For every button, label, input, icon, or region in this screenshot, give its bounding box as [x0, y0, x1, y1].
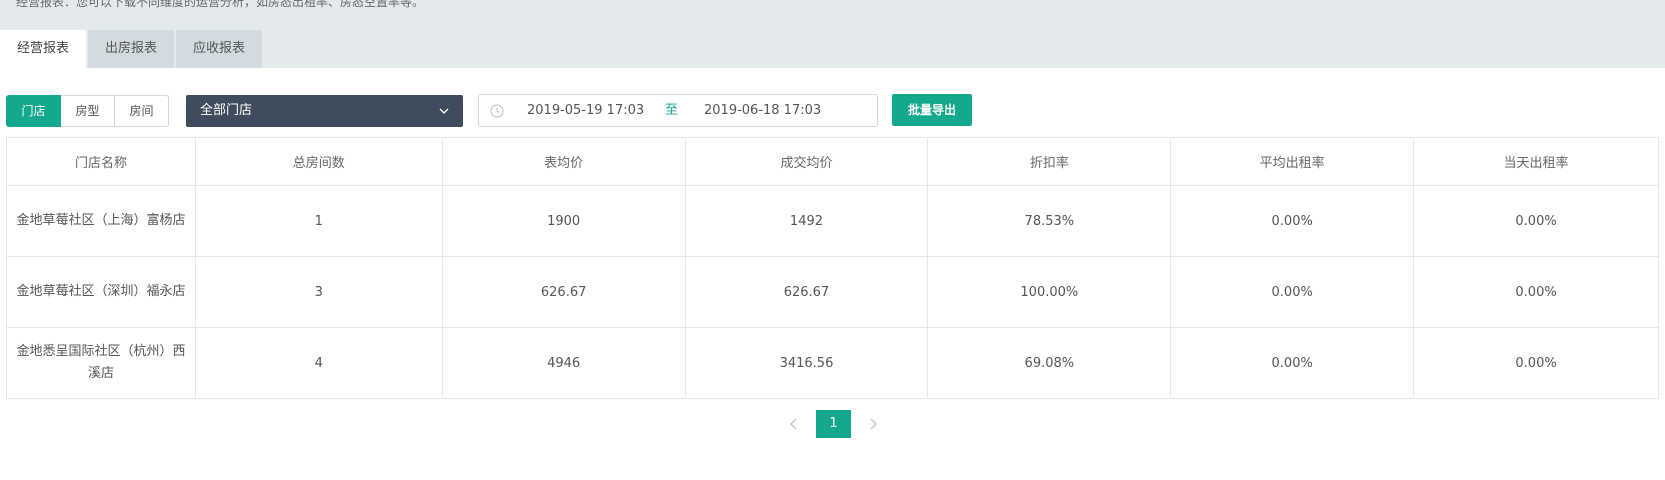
- table-cell: 4946: [441, 327, 686, 399]
- dimension-toggle: 门店 房型 房间: [6, 95, 169, 127]
- date-range-separator: 至: [665, 103, 679, 118]
- date-range-picker[interactable]: 2019-05-19 17:03 至 2019-06-18 17:03: [478, 94, 878, 127]
- table-cell: 1: [194, 185, 443, 257]
- table-row: 金地悉呈国际社区（杭州）西溪店 4 4946 3416.56 69.08% 0.…: [6, 327, 1659, 399]
- table-cell: 69.08%: [927, 327, 1172, 399]
- report-tabs: 经营报表 出房报表 应收报表: [0, 30, 264, 68]
- store-name-cell: 金地草莓社区（上海）富杨店: [6, 185, 196, 257]
- dimension-room-button[interactable]: 房间: [115, 95, 169, 127]
- column-header: 门店名称: [6, 137, 196, 186]
- table-cell: 626.67: [684, 256, 929, 328]
- table-cell: 100.00%: [927, 256, 1172, 328]
- batch-export-button[interactable]: 批量导出: [892, 94, 972, 126]
- tab-operating-report[interactable]: 经营报表: [0, 30, 87, 68]
- table-cell: 0.00%: [1413, 327, 1659, 399]
- page-notice: 经营报表：您可以下载不同维度的运营分析，如房态出租率、房态空置率等。: [16, 0, 425, 9]
- chevron-left-icon: [790, 418, 797, 430]
- chevron-right-icon: [870, 418, 877, 430]
- column-header: 折扣率: [927, 137, 1172, 186]
- top-area: 经营报表：您可以下载不同维度的运营分析，如房态出租率、房态空置率等。 经营报表 …: [0, 0, 1665, 68]
- page-number-button[interactable]: 1: [816, 410, 851, 438]
- column-header: 当天出租率: [1413, 137, 1659, 186]
- store-name-cell: 金地草莓社区（深圳）福永店: [6, 256, 196, 328]
- column-header: 表均价: [441, 137, 686, 186]
- chevron-down-icon: [439, 108, 449, 114]
- clock-icon: [490, 104, 504, 118]
- table-cell: 0.00%: [1413, 256, 1659, 328]
- table-cell: 0.00%: [1170, 256, 1415, 328]
- next-page-button[interactable]: [859, 410, 887, 438]
- table-header-row: 门店名称 总房间数 表均价 成交均价 折扣率 平均出租率 当天出租率: [6, 137, 1659, 186]
- store-name-cell: 金地悉呈国际社区（杭州）西溪店: [6, 327, 196, 399]
- table-cell: 1900: [441, 185, 686, 257]
- table-cell: 3: [194, 256, 443, 328]
- column-header: 总房间数: [194, 137, 443, 186]
- prev-page-button[interactable]: [780, 410, 808, 438]
- start-date-input[interactable]: 2019-05-19 17:03: [527, 95, 644, 126]
- tab-checkout-report[interactable]: 出房报表: [88, 30, 175, 68]
- dimension-room-type-button[interactable]: 房型: [61, 95, 115, 127]
- table-cell: 4: [194, 327, 443, 399]
- table-cell: 78.53%: [927, 185, 1172, 257]
- end-date-input[interactable]: 2019-06-18 17:03: [704, 95, 821, 126]
- report-table: 门店名称 总房间数 表均价 成交均价 折扣率 平均出租率 当天出租率 金地草莓社…: [6, 137, 1659, 399]
- table-cell: 0.00%: [1170, 327, 1415, 399]
- column-header: 成交均价: [684, 137, 929, 186]
- table-cell: 3416.56: [684, 327, 929, 399]
- tab-receivable-report[interactable]: 应收报表: [176, 30, 263, 68]
- table-cell: 0.00%: [1413, 185, 1659, 257]
- store-select-value: 全部门店: [200, 103, 253, 118]
- store-select[interactable]: 全部门店: [186, 95, 463, 127]
- table-cell: 0.00%: [1170, 185, 1415, 257]
- table-row: 金地草莓社区（深圳）福永店 3 626.67 626.67 100.00% 0.…: [6, 256, 1659, 328]
- table-cell: 626.67: [441, 256, 686, 328]
- column-header: 平均出租率: [1170, 137, 1415, 186]
- table-cell: 1492: [684, 185, 929, 257]
- dimension-store-button[interactable]: 门店: [6, 95, 61, 127]
- table-row: 金地草莓社区（上海）富杨店 1 1900 1492 78.53% 0.00% 0…: [6, 185, 1659, 257]
- pagination: 1: [780, 410, 887, 438]
